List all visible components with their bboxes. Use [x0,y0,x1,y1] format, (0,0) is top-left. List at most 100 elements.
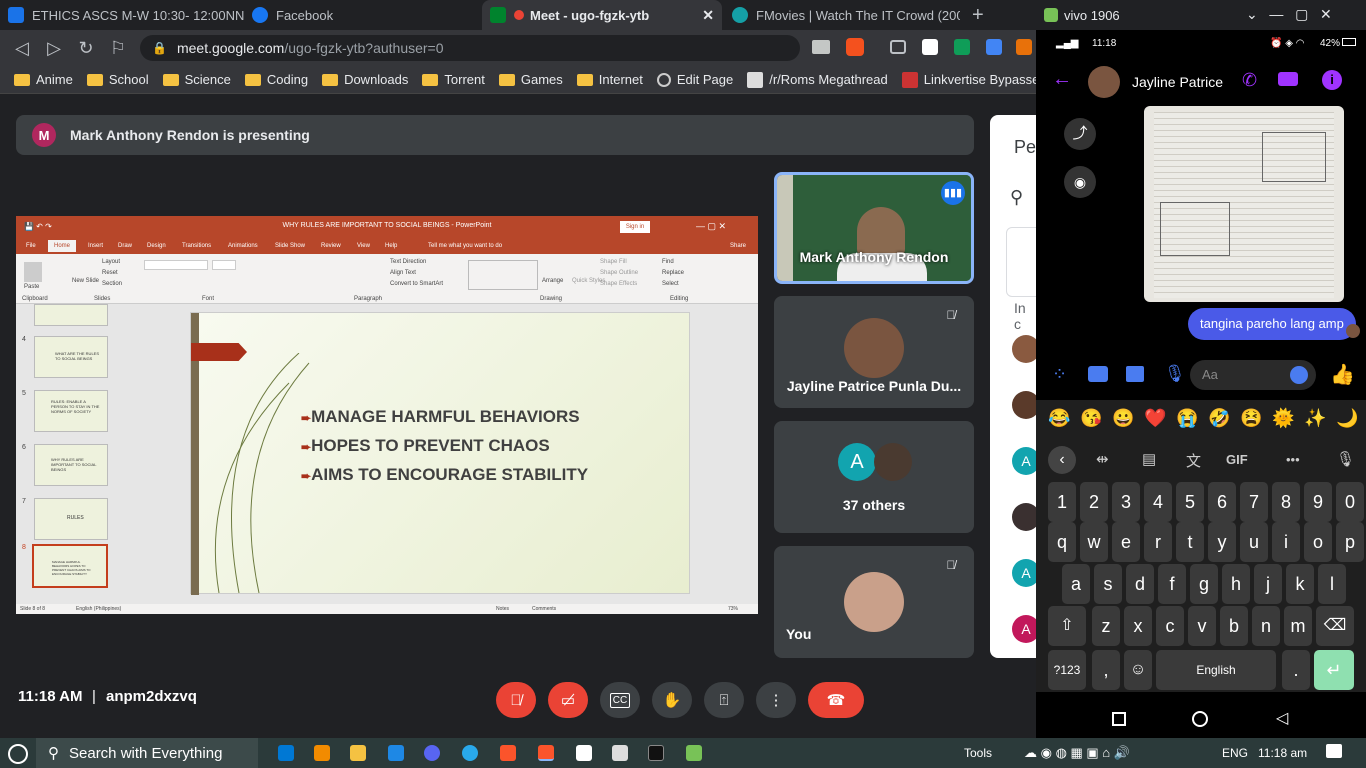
bookmark-downloads[interactable]: Downloads [322,72,408,87]
comma-key[interactable]: , [1092,650,1120,690]
notifications-icon[interactable] [1326,744,1342,758]
back-arrow-icon[interactable]: ← [1052,68,1072,91]
letter-key-m[interactable]: m [1284,606,1312,646]
sublime-icon[interactable] [314,745,330,761]
number-key-0[interactable]: 0 [1336,482,1364,522]
letter-key-u[interactable]: u [1240,522,1268,562]
input-language[interactable]: ENG [1222,746,1248,760]
collapse-toolbar-icon[interactable]: ‹ [1048,446,1076,474]
tab-meet[interactable]: Meet - ugo-fgzk-ytb ✕ [482,0,722,30]
back-icon[interactable]: ◁ [12,38,32,59]
present-button[interactable]: ⍐ [704,682,744,718]
menu-slideshow[interactable]: Slide Show [275,243,305,249]
new-slide-button[interactable]: New Slide [72,278,99,284]
letter-key-r[interactable]: r [1144,522,1172,562]
reload-icon[interactable]: ↻ [76,38,96,59]
emoji-suggestion[interactable]: 😀 [1112,408,1134,429]
letter-key-i[interactable]: i [1272,522,1300,562]
menu-file[interactable]: File [26,243,36,249]
menu-design[interactable]: Design [147,243,166,249]
backspace-key[interactable]: ⌫ [1316,606,1354,646]
app-icon[interactable] [612,745,628,761]
screenshot-icon[interactable] [890,40,906,54]
number-key-7[interactable]: 7 [1240,482,1268,522]
gif-button[interactable]: GIF [1226,452,1248,467]
space-key[interactable]: English [1156,650,1276,690]
emoji-suggestion[interactable]: 😘 [1080,408,1102,429]
menu-help[interactable]: Help [385,243,397,249]
video-call-icon[interactable] [1278,72,1298,86]
discord-icon[interactable] [424,745,440,761]
home-icon[interactable] [1192,711,1208,727]
tile-others[interactable]: A 37 others [774,421,974,533]
notion-ext-icon[interactable] [922,39,938,55]
thumb-slide-4[interactable]: WHAT ARE THE RULES TO SOCIAL BEINGS [34,336,108,378]
bookmark-coding[interactable]: Coding [244,72,308,87]
close-tab-icon[interactable]: ✕ [702,7,714,24]
translate-key-icon[interactable]: 文 [1186,450,1201,471]
phone-call-icon[interactable]: ✆ [1242,70,1257,91]
thumb-slide-6[interactable]: WHY RULES ARE IMPORTANT TO SOCIAL BEINGS [34,444,108,486]
menu-view[interactable]: View [357,243,370,249]
emoji-suggestion[interactable]: 😭 [1176,408,1198,429]
tile-jayline[interactable]: 🎙̸ Jayline Patrice Punla Du... [774,296,974,408]
like-icon[interactable]: 👍 [1330,362,1355,387]
bookmark-torrent[interactable]: Torrent [422,72,485,87]
font-name-select[interactable] [144,260,208,270]
leave-call-button[interactable]: ☎ [808,682,864,718]
camera-toggle-button[interactable]: ▭̸ [548,682,588,718]
gallery-icon[interactable] [1126,366,1144,382]
tab-facebook[interactable]: Facebook [244,0,480,30]
tab-ethics[interactable]: ETHICS ASCS M-W 10:30- 12:00NN AS [0,0,244,30]
more-icon[interactable]: ••• [1286,452,1300,467]
outlook-icon[interactable] [388,745,404,761]
tools-toolbar[interactable]: Tools [964,746,992,760]
number-key-4[interactable]: 4 [1144,482,1172,522]
number-key-1[interactable]: 1 [1048,482,1076,522]
thumb-slide-3[interactable] [34,304,108,326]
apps-icon[interactable]: ⁘ [1052,364,1067,385]
menu-animations[interactable]: Animations [228,243,258,249]
emoji-icon[interactable] [1290,366,1308,384]
bookmark-edit-page[interactable]: Edit Page [656,72,733,87]
url-input[interactable]: 🔒 meet.google.com/ugo-fgzk-ytb?authuser=… [140,35,800,61]
emoji-suggestion[interactable]: 🌙 [1336,408,1358,429]
letter-key-k[interactable]: k [1286,564,1314,604]
shift-key[interactable]: ⇧ [1048,606,1086,646]
back-icon[interactable]: ◁ [1276,708,1288,728]
letter-key-y[interactable]: y [1208,522,1236,562]
window-controls-icon[interactable]: — ▢ ✕ [696,221,726,232]
letter-key-d[interactable]: d [1126,564,1154,604]
emoji-suggestion[interactable]: 🌞 [1272,408,1294,429]
letter-key-h[interactable]: h [1222,564,1250,604]
letter-key-l[interactable]: l [1318,564,1346,604]
android-mirror-icon[interactable] [686,745,702,761]
number-key-2[interactable]: 2 [1080,482,1108,522]
forward-icon[interactable]: ▷ [44,38,64,59]
more-options-button[interactable]: ⋮ [756,682,796,718]
camera-blocked-icon[interactable] [812,40,830,54]
extension-icon[interactable] [954,39,970,55]
letter-key-n[interactable]: n [1252,606,1280,646]
brave-icon[interactable] [500,745,516,761]
emoji-suggestion[interactable]: 😂 [1048,408,1070,429]
letter-key-o[interactable]: o [1304,522,1332,562]
menu-home[interactable]: Home [48,240,77,252]
thumb-slide-5[interactable]: RULES: ENABLE A PERSON TO STAY IN THE NO… [34,390,108,432]
menu-transitions[interactable]: Transitions [182,243,211,249]
bookmark-roms[interactable]: /r/Roms Megathread [747,71,888,88]
letter-key-c[interactable]: c [1156,606,1184,646]
letter-key-j[interactable]: j [1254,564,1282,604]
notion-icon[interactable] [576,745,592,761]
info-icon[interactable]: i [1322,70,1342,90]
taskbar-search-input[interactable]: ⚲ Search with Everything [36,738,258,768]
paste-icon[interactable] [24,262,42,282]
number-key-8[interactable]: 8 [1272,482,1300,522]
clock[interactable]: 11:18 am [1258,746,1307,760]
telegram-icon[interactable] [462,745,478,761]
number-key-6[interactable]: 6 [1208,482,1236,522]
letter-key-t[interactable]: t [1176,522,1204,562]
tile-you[interactable]: 🎙̸ You [774,546,974,658]
period-key[interactable]: . [1282,650,1310,690]
bookmark-science[interactable]: Science [162,72,231,87]
